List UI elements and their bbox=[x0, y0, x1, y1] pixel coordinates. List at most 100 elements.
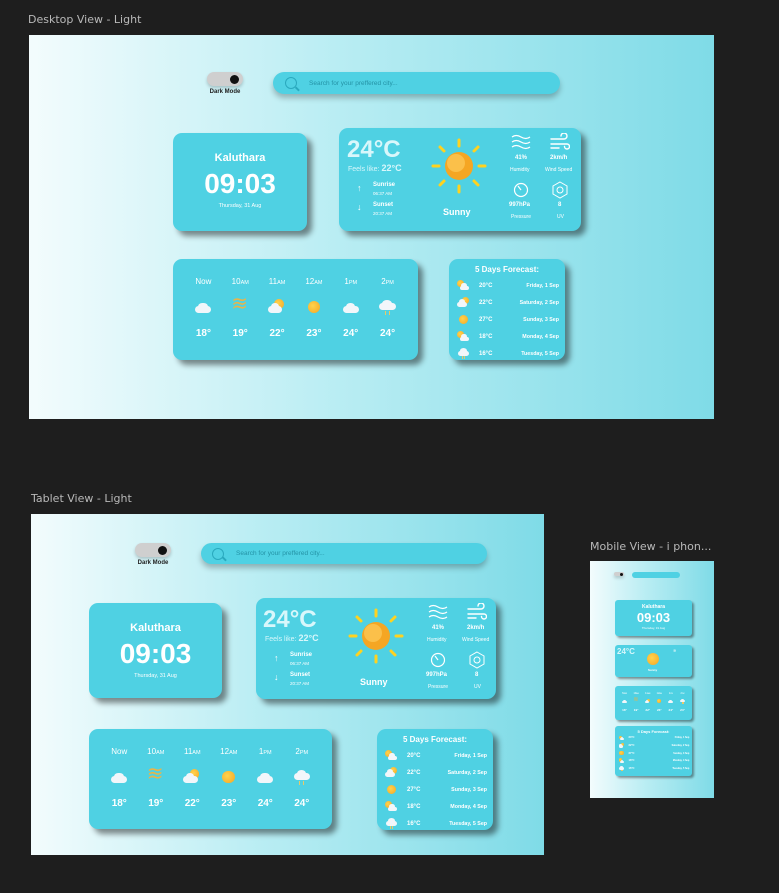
search-input-tablet[interactable] bbox=[236, 550, 487, 557]
humidity-icon bbox=[428, 604, 448, 620]
search-bar-tablet[interactable] bbox=[201, 543, 487, 564]
uv-icon bbox=[552, 181, 568, 199]
city-name: Kaluthara bbox=[130, 622, 181, 634]
rain-cloud-icon bbox=[679, 698, 686, 704]
hourly-time-suffix: AM bbox=[659, 692, 662, 695]
hourly-item: 2PM 24° bbox=[287, 729, 317, 829]
toggle-knob bbox=[158, 546, 167, 555]
pressure-icon bbox=[513, 182, 529, 198]
clock-date: Thursday, 31 Aug bbox=[218, 203, 262, 209]
sunrise-icon: ↑ bbox=[357, 183, 362, 193]
wind-label: Wind Speed bbox=[462, 637, 490, 643]
hourly-time-value: 12 bbox=[305, 277, 315, 286]
wind-icon: ≋ bbox=[673, 648, 677, 653]
hourly-temp: 23° bbox=[221, 798, 237, 809]
hourly-item: 1PM 24° bbox=[666, 686, 675, 720]
hourly-time-suffix: PM bbox=[670, 692, 673, 695]
hourly-time-suffix: AM bbox=[647, 692, 651, 695]
forecast-day: Friday, 1 Sep bbox=[674, 736, 690, 740]
hourly-item: 11AM 22° bbox=[643, 686, 652, 720]
sunrise-label: Sunrise bbox=[373, 182, 396, 188]
hourly-time: 1PM bbox=[259, 747, 272, 756]
rain-cloud-icon bbox=[293, 768, 311, 786]
hourly-temp: 24° bbox=[257, 798, 273, 809]
desktop-frame-label: Desktop View - Light bbox=[28, 13, 142, 26]
current-weather-card: 24°C Feels like: 22°C ↑ Sunrise 06:37 AM… bbox=[339, 128, 581, 231]
hourly-time-suffix: AM bbox=[314, 280, 323, 286]
cloud-sun-icon bbox=[457, 296, 470, 309]
hourly-item: 1PM 24° bbox=[336, 259, 366, 360]
current-weather-card-tablet: 24°C Feels like: 22°C ↑ Sunrise 06:37 AM… bbox=[256, 598, 496, 699]
hourly-time-value: Now bbox=[195, 277, 212, 286]
hourly-temp: 23° bbox=[656, 707, 662, 712]
rain-cloud-icon bbox=[457, 347, 470, 360]
forecast-temp: 20°C bbox=[479, 282, 493, 289]
hourly-time: 10AM bbox=[232, 277, 249, 286]
toggle-knob bbox=[230, 75, 239, 84]
hourly-time: 2PM bbox=[295, 747, 308, 756]
hourly-time-value: Now bbox=[111, 747, 128, 756]
dark-mode-toggle-tablet[interactable] bbox=[135, 543, 171, 557]
forecast-row: 27°C Sunday, 3 Sep bbox=[385, 781, 487, 798]
search-bar[interactable] bbox=[273, 72, 560, 94]
hourly-time: 11AM bbox=[184, 747, 201, 756]
uv-icon bbox=[469, 651, 485, 669]
dark-mode-toggle-mobile[interactable] bbox=[614, 572, 624, 576]
sunrise-time: 06:37 AM bbox=[290, 661, 310, 666]
condition-label: Sunny bbox=[648, 668, 658, 672]
sun-cloud-icon bbox=[457, 330, 470, 343]
forecast-row: 22°C Saturday, 2 Sep bbox=[618, 742, 690, 750]
uv-label: UV bbox=[557, 214, 564, 220]
current-temp: 24°C bbox=[617, 647, 635, 656]
forecast-day: Sunday, 3 Sep bbox=[451, 786, 487, 793]
sun-icon bbox=[457, 313, 470, 326]
forecast-day: Tuesday, 5 Sep bbox=[521, 350, 559, 357]
forecast-day: Saturday, 2 Sep bbox=[671, 744, 690, 748]
hourly-forecast-card: Now 18° 10AM ≋ 19° 11AM 22° 12AM 23° 1PM 24° 2PM 24° bbox=[173, 259, 418, 360]
desktop-frame: Dark Mode Kaluthara 09:03 Thursday, 31 A… bbox=[29, 35, 714, 419]
forecast-temp: 27°C bbox=[628, 751, 635, 755]
hourly-time-suffix: PM bbox=[299, 750, 309, 756]
forecast-day: Tuesday, 5 Sep bbox=[449, 820, 487, 827]
forecast-day: Friday, 1 Sep bbox=[526, 282, 559, 289]
hourly-temp: 24° bbox=[379, 328, 396, 339]
clock-time: 09:03 bbox=[204, 168, 276, 199]
humidity-value: 41% bbox=[432, 625, 445, 631]
search-input[interactable] bbox=[309, 79, 560, 87]
hourly-columns: Now 18° 10AM ≋ 19° 11AM 22° 12AM 23° 1PM 24° 2PM 24° bbox=[615, 686, 692, 720]
forecast-row: 22°C Saturday, 2 Sep bbox=[457, 294, 559, 311]
current-weather-card-mobile: 24°C Sunny ≋ bbox=[615, 645, 692, 677]
forecast-day: Sunday, 3 Sep bbox=[673, 751, 690, 755]
forecast-row: 20°C Friday, 1 Sep bbox=[385, 747, 487, 764]
forecast-temp: 18°C bbox=[407, 803, 421, 810]
sun-icon bbox=[657, 698, 663, 704]
cloud-icon bbox=[256, 768, 274, 786]
cloud-icon bbox=[342, 298, 360, 316]
cloud-icon bbox=[110, 768, 128, 786]
hourly-item: 11AM 22° bbox=[177, 729, 207, 829]
hourly-temp: 19° bbox=[232, 328, 248, 339]
partly-cloudy-icon bbox=[268, 298, 286, 316]
hourly-forecast-card-tablet: Now 18° 10AM ≋ 19° 11AM 22° 12AM 23° 1PM 24° 2PM 24° bbox=[89, 729, 332, 829]
uv-value: 8 bbox=[475, 672, 479, 678]
wind-icon bbox=[467, 603, 487, 620]
hourly-time: 2PM bbox=[381, 277, 394, 286]
forecast-temp: 16°C bbox=[479, 350, 493, 357]
hourly-time: 12AM bbox=[657, 692, 662, 695]
forecast-day: Sunday, 3 Sep bbox=[523, 316, 559, 323]
dark-mode-toggle[interactable] bbox=[207, 72, 243, 86]
forecast-temp: 20°C bbox=[628, 736, 635, 740]
hourly-item: 10AM ≋ 19° bbox=[141, 729, 171, 829]
humidity-label: Humidity bbox=[427, 637, 447, 643]
dark-mode-label-tablet: Dark Mode bbox=[137, 560, 169, 566]
sunrise-icon: ↑ bbox=[274, 653, 279, 663]
search-bar-mobile[interactable] bbox=[632, 572, 680, 578]
hourly-item: 1PM 24° bbox=[250, 729, 280, 829]
hourly-time-suffix: PM bbox=[348, 280, 358, 286]
forecast-rows: 20°C Friday, 1 Sep 22°C Saturday, 2 Sep 27°C… bbox=[385, 747, 487, 832]
sunset-label: Sunset bbox=[373, 202, 394, 208]
forecast-temp: 18°C bbox=[628, 759, 635, 763]
city-name: Kaluthara bbox=[214, 152, 266, 164]
dark-mode-label: Dark Mode bbox=[209, 89, 241, 95]
forecast-row: 27°C Sunday, 3 Sep bbox=[619, 749, 690, 757]
